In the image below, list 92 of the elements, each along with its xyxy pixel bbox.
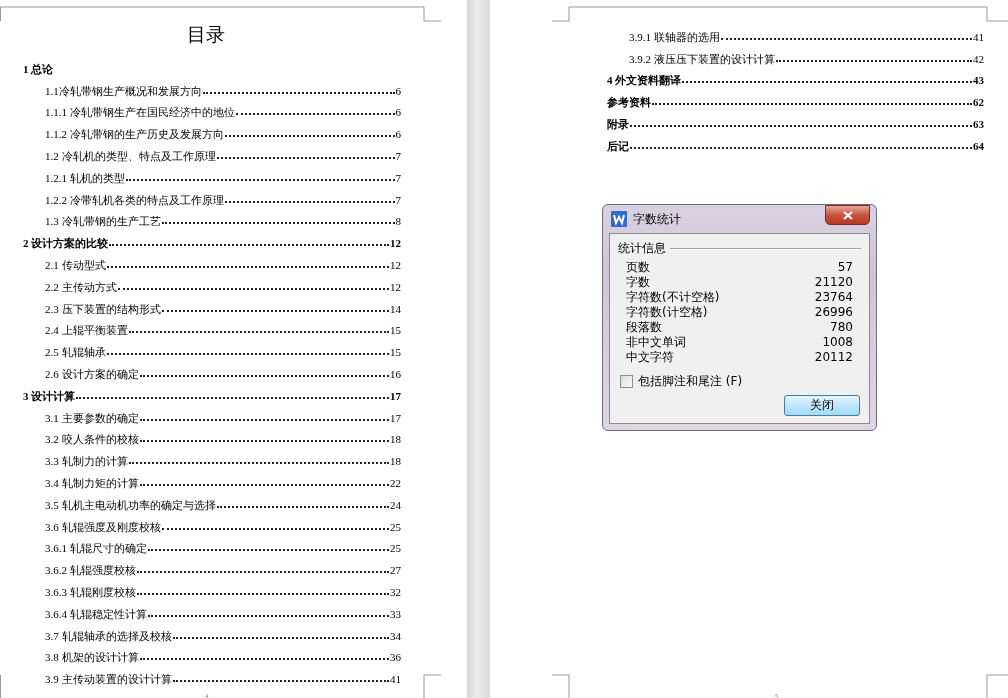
- close-dialog-button[interactable]: 关闭: [784, 395, 860, 416]
- toc-entry: 1.1.1 冷轧带钢生产在国民经济中的地位: [45, 105, 235, 120]
- chapter-heading: 2 设计方案的比较: [23, 236, 109, 251]
- page-number: 18: [390, 432, 401, 447]
- page-number: 33: [390, 606, 401, 621]
- chapter-heading: 4 外文资料翻译: [607, 73, 682, 88]
- page-number: 25: [390, 519, 401, 534]
- page-number: 24: [390, 497, 401, 512]
- stat-label: 非中文单词: [626, 335, 686, 350]
- stat-label: 页数: [626, 260, 650, 275]
- stat-label: 中文字符: [626, 350, 674, 365]
- toc-entry: 1.2 冷轧机的类型、特点及工作原理: [45, 149, 216, 163]
- page-number: 7: [395, 170, 401, 185]
- toc-entry: 1.1.2 冷轧带钢的生产历史及发展方向: [45, 127, 224, 142]
- toc-entry: 2.2 主传动方式: [45, 279, 117, 294]
- toc-entry: 3.3 轧制力的计算: [45, 454, 128, 469]
- page-number: 15: [390, 323, 401, 338]
- page-number: 18: [390, 454, 401, 469]
- toc-entry: 2.6 设计方案的确定: [45, 366, 139, 381]
- toc-entry: 3.9 主传动装置的设计计算: [45, 672, 172, 687]
- toc-title: 目录: [187, 23, 226, 47]
- page-number: 14: [390, 301, 401, 316]
- page-number: 36: [390, 650, 401, 665]
- toc-entry: 1.2.2 冷带轧机各类的特点及工作原理: [45, 192, 224, 207]
- page-number: 16: [390, 366, 401, 381]
- page-number: 12: [390, 236, 401, 251]
- toc-entry: 1.1冷轧带钢生产概况和发展方向: [45, 83, 202, 98]
- page-number: 41: [973, 29, 984, 44]
- stat-value: 21120: [814, 275, 853, 290]
- page-number: 15: [390, 345, 401, 360]
- toc-entry: 1.3 冷轧带钢的生产工艺: [45, 214, 161, 229]
- stat-value: 57: [837, 260, 853, 275]
- dialog-title: 字数统计: [633, 210, 682, 228]
- stat-label: 字符数(计空格): [626, 305, 708, 320]
- app-logo-icon: [611, 211, 627, 227]
- toc-entry: 3.6 轧辊强度及刚度校核: [45, 519, 161, 534]
- toc-entry: 2.4 上辊平衡装置: [45, 323, 128, 338]
- toc-entry: 3.1 主要参数的确定: [45, 410, 139, 425]
- chapter-heading: 参考资料: [607, 95, 651, 110]
- toc-entry: 3.7 轧辊轴承的选择及校核: [45, 628, 172, 643]
- toc-entry: 3.8 机架的设计计算: [45, 650, 139, 665]
- stat-label: 字符数(不计空格): [626, 290, 720, 305]
- toc-entry: 3.6.1 轧辊尺寸的确定: [45, 541, 147, 556]
- page-number: 17: [390, 410, 401, 425]
- stat-label: 字数: [626, 275, 650, 290]
- page-number: 62: [973, 95, 984, 110]
- toc-entry: 3.9.1 联轴器的选用: [629, 29, 720, 44]
- page-number: 25: [390, 541, 401, 556]
- page-number: 27: [390, 563, 401, 578]
- toc-entry: 2.3 压下装置的结构形式: [45, 301, 161, 316]
- page-number: 6: [395, 105, 401, 120]
- page-number: 8: [395, 214, 401, 229]
- stat-label: 段落数: [626, 320, 662, 335]
- stat-value: 1008: [822, 335, 853, 350]
- close-button[interactable]: [825, 205, 870, 225]
- toc-entry: 2.5 轧辊轴承: [45, 345, 106, 360]
- toc-entry: 3.6.3 轧辊刚度校核: [45, 584, 136, 599]
- checkbox-label: 包括脚注和尾注 (F): [638, 373, 743, 390]
- close-icon: [842, 210, 853, 220]
- stat-value: 23764: [814, 290, 853, 305]
- page-number: 41: [390, 672, 401, 687]
- toc-entry: 3.2 咬人条件的校核: [45, 432, 139, 447]
- page-number: 42: [973, 51, 984, 66]
- toc-entry: 3.5 轧机主电动机功率的确定与选择: [45, 497, 216, 512]
- page-number: 64: [973, 138, 984, 153]
- page-number: 7: [395, 149, 401, 163]
- chapter-heading: 附录: [607, 117, 629, 131]
- chapter-heading: 3 设计计算: [23, 388, 76, 403]
- stat-value: 20112: [814, 350, 853, 365]
- page-number: 34: [390, 628, 401, 643]
- toc-entry: 1.2.1 轧机的类型: [45, 170, 125, 185]
- toc-entry: 3.6.2 轧辊强度校核: [45, 563, 136, 578]
- checkbox[interactable]: [620, 375, 633, 388]
- chapter-heading: 后记: [607, 138, 629, 153]
- toc-entry: 3.4 轧制力矩的计算: [45, 475, 139, 490]
- page-number: 6: [395, 127, 401, 142]
- page-number: 22: [390, 475, 401, 490]
- page-number: 32: [390, 584, 401, 599]
- toc-entry: 2.1 传动型式: [45, 257, 106, 272]
- page-number: 43: [973, 73, 984, 88]
- stat-value: 26996: [814, 305, 853, 320]
- page-number: 12: [390, 257, 401, 272]
- chapter-heading: 1 总论: [23, 61, 54, 76]
- page-number: 63: [973, 117, 984, 131]
- page-number: 12: [390, 279, 401, 294]
- group-label: 统计信息: [618, 240, 666, 257]
- toc-entry: 3.9.2 液压压下装置的设计计算: [629, 51, 775, 66]
- page-number: 6: [395, 83, 401, 98]
- page-number: 7: [395, 192, 401, 207]
- toc-entry: 3.6.4 轧辊稳定性计算: [45, 606, 147, 621]
- stat-value: 780: [830, 320, 853, 335]
- page-number: 17: [390, 388, 401, 403]
